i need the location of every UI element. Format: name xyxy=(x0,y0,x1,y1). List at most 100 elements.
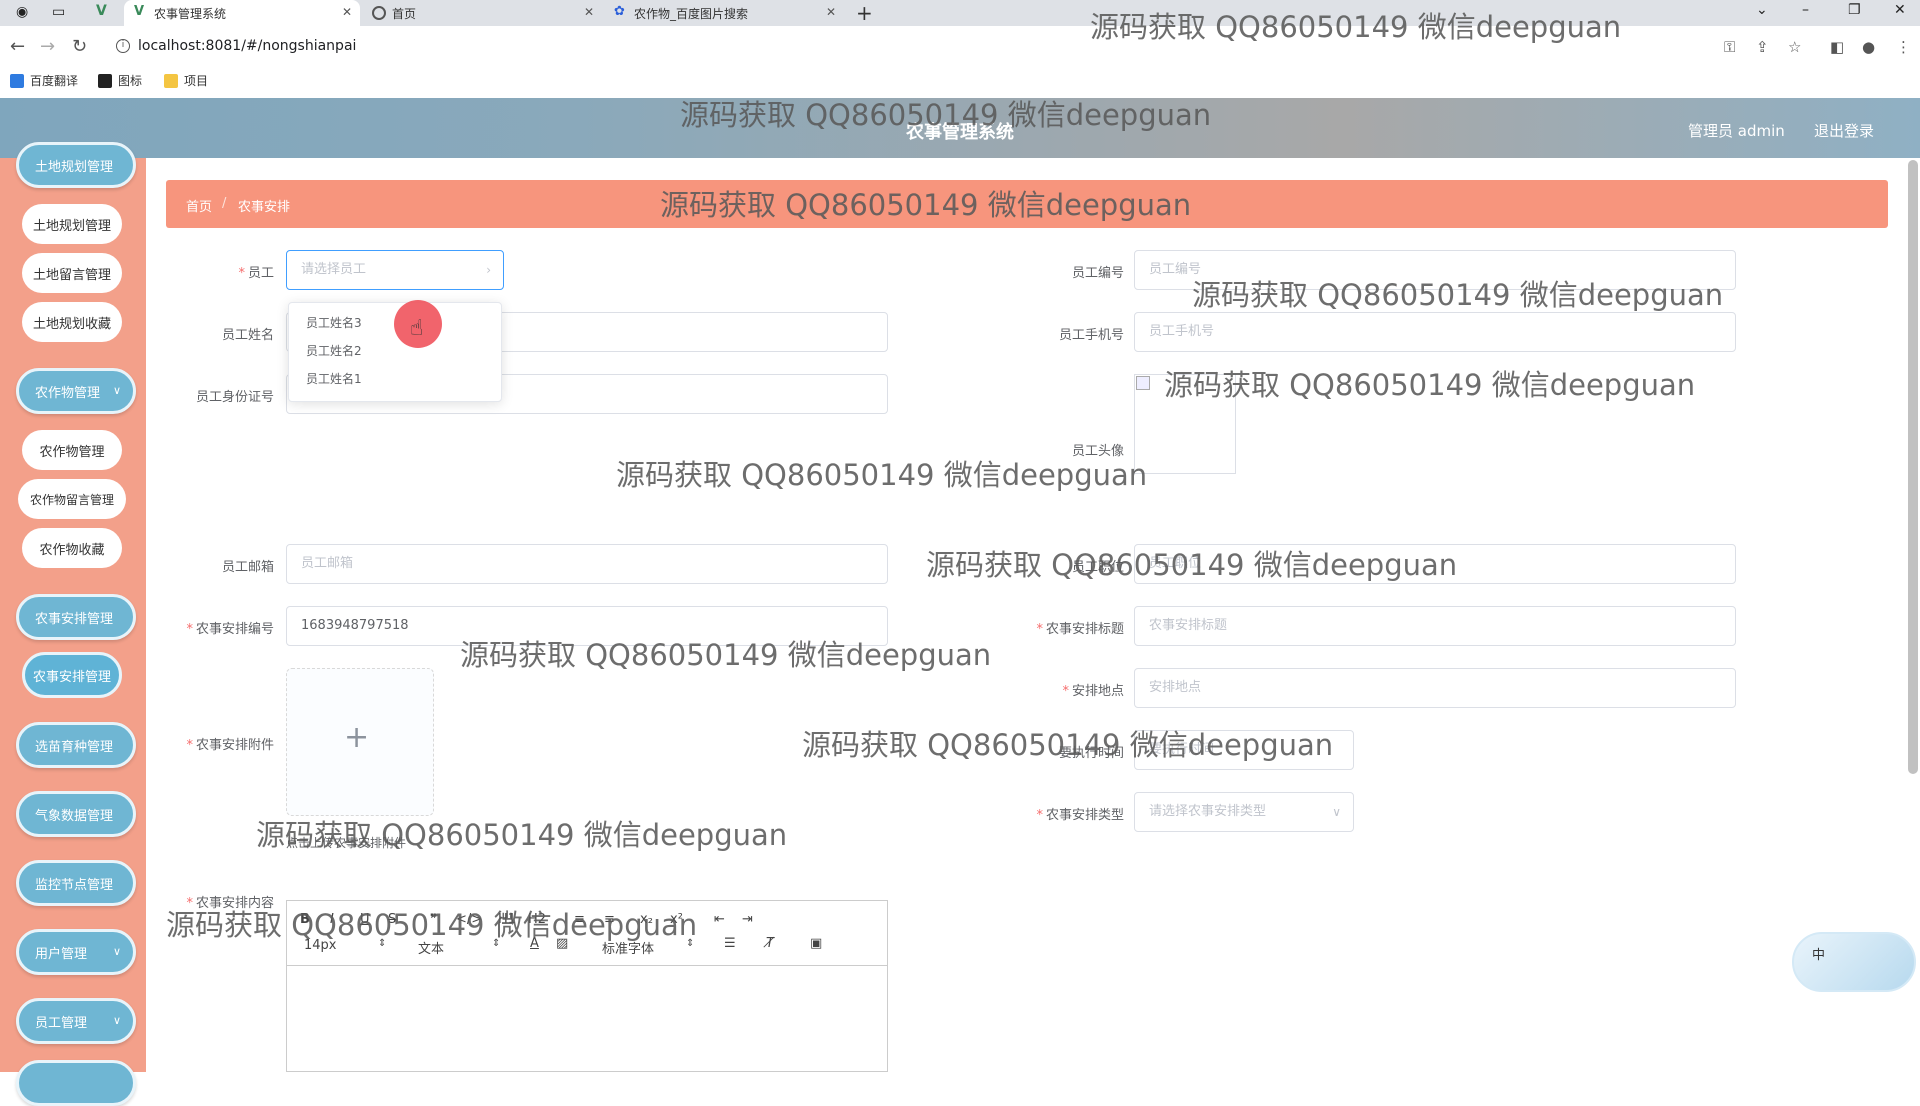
align-icon[interactable]: ☰ xyxy=(724,936,736,951)
employee-select[interactable]: 请选择员工 › xyxy=(286,250,504,290)
chevron-down-icon: ∨ xyxy=(112,945,121,958)
chrome-icon[interactable]: ◉ xyxy=(16,4,28,20)
chevron-down-icon: ∨ xyxy=(112,384,121,397)
sidebar-item-crop-fav[interactable]: 农作物收藏 xyxy=(22,528,122,568)
restore-icon[interactable]: ❐ xyxy=(1848,2,1861,18)
close-icon[interactable]: ✕ xyxy=(826,5,836,19)
plus-icon: + xyxy=(344,720,370,755)
back-icon[interactable]: ← xyxy=(10,36,25,57)
breadcrumb-home[interactable]: 首页 xyxy=(186,196,212,215)
baidu-paw-icon: ✿ xyxy=(614,4,625,19)
employee-phone-label: 员工手机号 xyxy=(1058,328,1124,343)
bookmark-icons[interactable]: 图标 xyxy=(98,72,142,89)
watermark: 源码获取 QQ86050149 微信deepguan xyxy=(166,908,698,942)
tab-title: 农作物_百度图片搜索 xyxy=(634,6,749,21)
sidebar-item-task-manage[interactable]: 农事安排管理 xyxy=(22,652,122,698)
chevron-down-icon: ∨ xyxy=(1332,805,1341,819)
employee-select-placeholder: 请选择员工 xyxy=(301,262,367,277)
watermark: 源码获取 QQ86050149 微信deepguan xyxy=(1192,278,1724,312)
bookmark-label: 图标 xyxy=(118,74,143,88)
minimize-icon[interactable]: – xyxy=(1802,2,1809,18)
profile-icon[interactable]: ● xyxy=(1862,38,1875,56)
outdent-button[interactable]: ⇤ xyxy=(714,912,725,927)
vue-logo-icon: V xyxy=(134,4,145,19)
employee-option[interactable]: 员工姓名2 xyxy=(306,342,362,359)
sidebar-item-label: 农事安排管理 xyxy=(32,669,111,685)
forward-icon[interactable]: → xyxy=(40,36,55,57)
sidebar-item-label: 监控节点管理 xyxy=(35,877,114,893)
sidebar-item-label: 气象数据管理 xyxy=(35,808,114,824)
sidebar-item-label: 农作物收藏 xyxy=(39,542,105,558)
url-text[interactable]: localhost:8081/#/nongshianpai xyxy=(138,38,356,54)
bookmark-project[interactable]: 项目 xyxy=(164,72,208,89)
sidebar-group-more[interactable] xyxy=(16,1060,136,1106)
globe-icon xyxy=(372,6,386,20)
hand-cursor-icon: ☝ xyxy=(410,316,424,341)
tab-search-icon[interactable]: ⌄ xyxy=(1756,2,1768,18)
sidebar-item-label: 土地规划管理 xyxy=(35,159,114,175)
tab-home[interactable]: 首页 ✕ xyxy=(362,0,602,26)
floating-ime-widget[interactable] xyxy=(1792,932,1916,992)
task-type-select[interactable]: 请选择农事安排类型 ∨ xyxy=(1134,792,1354,832)
sidebar-item-land-fav[interactable]: 土地规划收藏 xyxy=(22,302,122,342)
sidebar-group-employee[interactable]: 员工管理 ∨ xyxy=(16,998,136,1044)
location-input[interactable]: 安排地点 xyxy=(1134,668,1736,708)
reload-icon[interactable]: ↻ xyxy=(72,36,87,57)
bookmark-translate[interactable]: 百度翻译 xyxy=(10,72,78,89)
sidebar-item-crop[interactable]: 农作物管理 xyxy=(22,430,122,470)
star-icon[interactable]: ☆ xyxy=(1788,38,1801,56)
close-icon[interactable]: ✕ xyxy=(584,5,594,19)
task-no-label: * 农事安排编号 xyxy=(186,622,274,637)
watermark: 源码获取 QQ86050149 微信deepguan xyxy=(256,818,788,852)
tab-baidu[interactable]: ✿ 农作物_百度图片搜索 ✕ xyxy=(604,0,844,26)
sidebar-group-task[interactable]: 农事安排管理 xyxy=(16,594,136,640)
employee-no-label: 员工编号 xyxy=(1071,266,1124,281)
watermark: 源码获取 QQ86050149 微信deepguan xyxy=(1164,368,1696,402)
sidepanel-icon[interactable]: ◧ xyxy=(1830,38,1844,56)
indent-button[interactable]: ⇥ xyxy=(742,912,753,927)
sidebar-item-label: 土地留言管理 xyxy=(32,267,111,283)
info-icon[interactable]: i xyxy=(116,39,130,53)
sidebar-item-land-plan[interactable]: 土地规划管理 xyxy=(22,204,122,244)
sidebar-item-label: 选苗育种管理 xyxy=(35,739,114,755)
key-icon[interactable]: ⚿ xyxy=(1724,38,1735,56)
sidebar-item-crop-message[interactable]: 农作物留言管理 xyxy=(18,479,126,519)
task-title-input[interactable]: 农事安排标题 xyxy=(1134,606,1736,646)
employee-option[interactable]: 员工姓名1 xyxy=(306,370,362,387)
menu-icon[interactable]: ⋮ xyxy=(1896,38,1911,56)
sidebar-item-land-message[interactable]: 土地留言管理 xyxy=(22,253,122,293)
tab-nongshi[interactable]: V 农事管理系统 ✕ xyxy=(124,0,360,26)
ime-label: 中 xyxy=(1812,948,1826,963)
employee-option[interactable]: 员工姓名3 xyxy=(306,314,362,331)
page-scrollbar[interactable] xyxy=(1908,160,1918,774)
image-icon[interactable]: ▣ xyxy=(810,936,822,951)
window-icon[interactable]: ▭ xyxy=(52,4,65,20)
new-tab-button[interactable]: + xyxy=(856,1,873,25)
watermark: 源码获取 QQ86050149 微信deepguan xyxy=(660,188,1192,222)
close-window-icon[interactable]: ✕ xyxy=(1894,2,1906,18)
vue-tab-icon[interactable]: V xyxy=(96,3,107,19)
employee-name-label: 员工姓名 xyxy=(221,328,274,343)
close-icon[interactable]: ✕ xyxy=(342,5,352,19)
sidebar-group-crop[interactable]: 农作物管理 ∨ xyxy=(16,368,136,414)
employee-email-input[interactable]: 员工邮箱 xyxy=(286,544,888,584)
translate-icon xyxy=(10,73,24,88)
folder-icon xyxy=(164,73,178,88)
employee-phone-input[interactable]: 员工手机号 xyxy=(1134,312,1736,352)
watermark: 源码获取 QQ86050149 微信deepguan xyxy=(680,98,1212,132)
share-icon[interactable]: ⇪ xyxy=(1756,38,1769,56)
sidebar-item-label: 员工管理 xyxy=(35,1015,88,1031)
clear-format-icon[interactable]: T̸ xyxy=(766,936,774,951)
logout-button[interactable]: 退出登录 xyxy=(1814,120,1874,141)
sidebar-group-weather[interactable]: 气象数据管理 xyxy=(16,791,136,837)
sidebar-group-monitor[interactable]: 监控节点管理 xyxy=(16,860,136,906)
sidebar-group-land[interactable]: 土地规划管理 xyxy=(16,142,136,188)
watermark: 源码获取 QQ86050149 微信deepguan xyxy=(460,638,992,672)
sidebar-item-label: 农作物管理 xyxy=(35,385,101,401)
watermark: 源码获取 QQ86050149 微信deepguan xyxy=(616,458,1148,492)
sidebar-group-seedling[interactable]: 选苗育种管理 xyxy=(16,722,136,768)
sidebar-item-label: 农作物管理 xyxy=(39,444,105,460)
sidebar-group-user[interactable]: 用户管理 ∨ xyxy=(16,929,136,975)
chevron-right-icon: › xyxy=(486,263,491,277)
watermark: 源码获取 QQ86050149 微信deepguan xyxy=(926,548,1458,582)
